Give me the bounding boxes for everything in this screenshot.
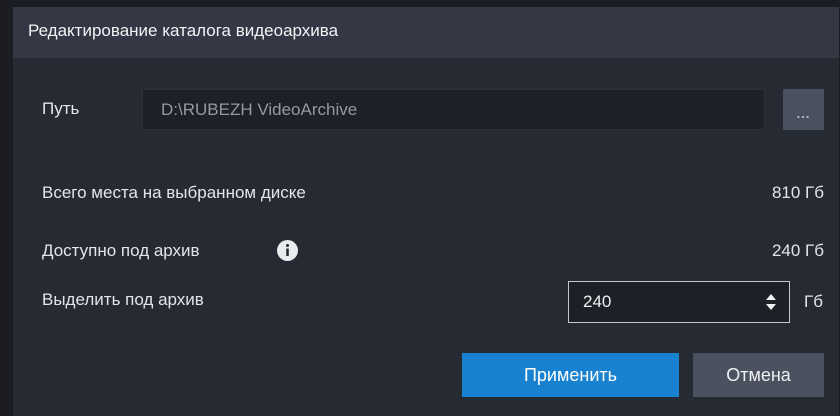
- allocate-stepper[interactable]: 240: [568, 281, 790, 323]
- browse-button-label: ...: [796, 106, 811, 121]
- path-label: Путь: [42, 99, 80, 118]
- apply-button[interactable]: Применить: [462, 353, 679, 397]
- cancel-button[interactable]: Отмена: [693, 353, 824, 397]
- dialog-titlebar[interactable]: Редактирование каталога видеоархива: [13, 7, 839, 58]
- allocate-value[interactable]: 240: [583, 282, 611, 322]
- allocate-unit: Гб: [804, 292, 823, 311]
- path-input[interactable]: D:\RUBEZH VideoArchive: [142, 89, 765, 130]
- available-space-label: Доступно под архив: [42, 241, 200, 260]
- browse-button[interactable]: ...: [783, 89, 824, 130]
- edit-archive-dialog: Редактирование каталога видеоархива Путь…: [13, 7, 839, 416]
- available-space-value: 240 Гб: [771, 241, 824, 260]
- stepper-arrows-icon[interactable]: [765, 292, 777, 312]
- total-space-label: Всего места на выбранном диске: [42, 183, 306, 202]
- dialog-title: Редактирование каталога видеоархива: [28, 21, 339, 40]
- total-space-value: 810 Гб: [771, 183, 824, 202]
- allocate-label: Выделить под архив: [42, 290, 204, 309]
- info-icon[interactable]: [277, 240, 298, 261]
